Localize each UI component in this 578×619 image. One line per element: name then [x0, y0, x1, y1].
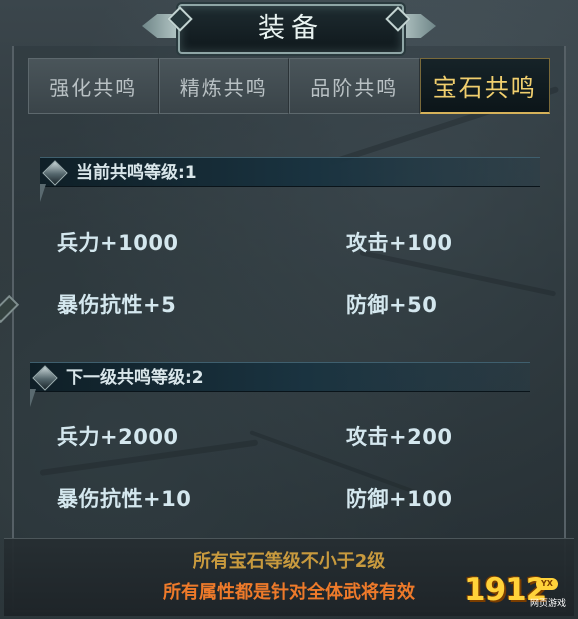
tab-refine-resonance[interactable]: 精炼共鸣	[158, 58, 289, 114]
diamond-gem-icon	[42, 160, 68, 186]
tab-gem-resonance[interactable]: 宝石共鸣	[419, 58, 550, 114]
next-level-label: 下一级共鸣等级:2	[66, 368, 204, 388]
next-stat-crit-resist: 暴伤抗性+10	[57, 487, 192, 511]
content-frame	[12, 46, 566, 612]
tab-rank-resonance[interactable]: 品阶共鸣	[289, 58, 420, 114]
current-level-label: 当前共鸣等级:1	[76, 163, 197, 183]
watermark-subtitle: 网页游戏	[530, 599, 567, 609]
tab-enhance-resonance[interactable]: 强化共鸣	[28, 58, 159, 114]
next-level-header: 下一级共鸣等级:2	[30, 362, 530, 407]
next-stat-troops: 兵力+2000	[57, 425, 179, 449]
diamond-gem-icon	[32, 365, 58, 391]
window-title: 装备	[178, 4, 404, 54]
watermark-logo: 1912 YX 网页游戏	[464, 572, 570, 612]
tab-bar: 强化共鸣 精炼共鸣 品阶共鸣 宝石共鸣	[28, 58, 550, 114]
watermark-badge: YX	[536, 578, 558, 590]
current-stat-troops: 兵力+1000	[57, 231, 179, 255]
next-stat-defense: 防御+100	[346, 487, 453, 511]
next-stat-attack: 攻击+200	[346, 425, 453, 449]
requirement-text: 所有宝石等级不小于2级	[192, 551, 386, 572]
current-stat-attack: 攻击+100	[346, 231, 453, 255]
equipment-panel: 装备 强化共鸣 精炼共鸣 品阶共鸣 宝石共鸣 当前共鸣等级:1 兵力+1000 …	[0, 0, 578, 619]
current-stat-crit-resist: 暴伤抗性+5	[57, 293, 177, 317]
current-stat-defense: 防御+50	[346, 293, 438, 317]
current-level-header: 当前共鸣等级:1	[40, 157, 540, 202]
